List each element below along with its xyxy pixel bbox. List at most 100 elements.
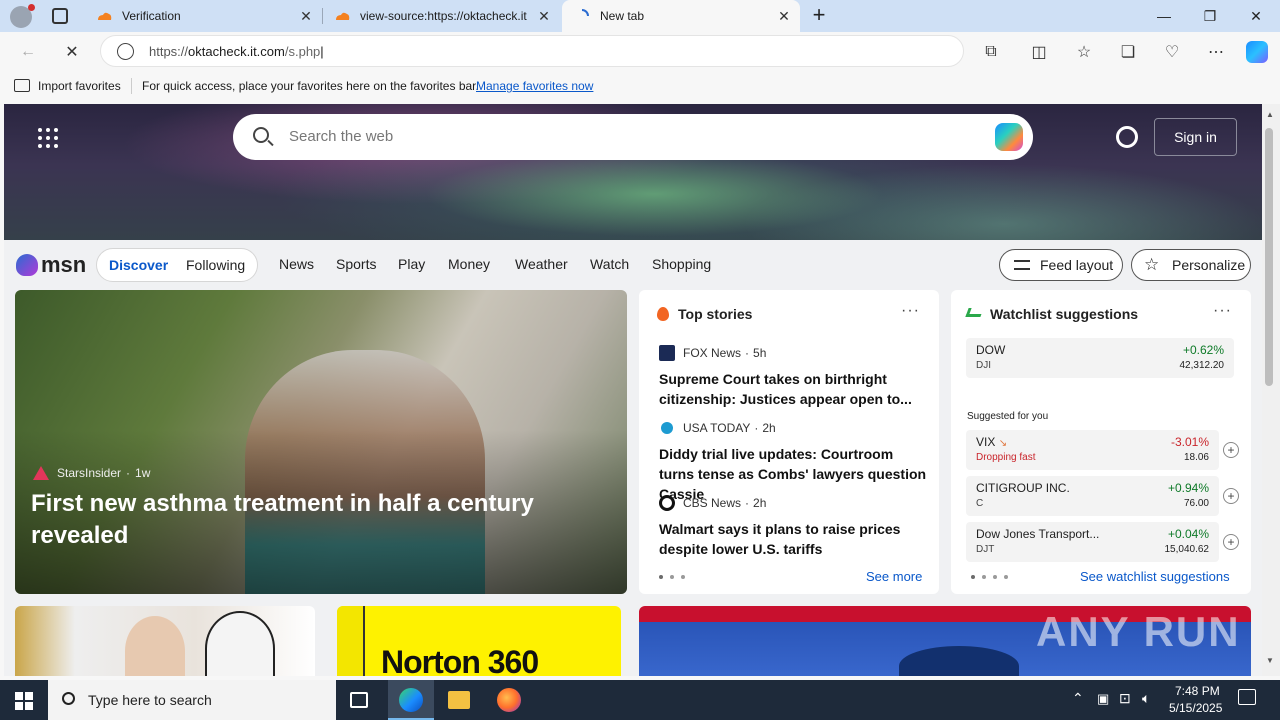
network-icon[interactable]: ⊡ [1119,690,1131,707]
add-to-watchlist-icon[interactable]: + [1223,534,1239,550]
tab-following[interactable]: Following [186,257,245,273]
story-image [899,646,1019,676]
show-hidden-icons-icon[interactable]: ⌃ [1072,690,1084,707]
feed-layout-label: Feed layout [1040,257,1114,273]
nav-weather[interactable]: Weather [515,256,568,272]
browser-essentials-icon[interactable]: ♡ [1158,38,1186,66]
hero-story-card[interactable]: StarsInsider · 1w First new asthma treat… [15,290,627,594]
see-more-link[interactable]: See more [866,569,922,584]
story-headline[interactable]: Walmart says it plans to raise prices de… [659,519,929,559]
carousel-dots[interactable] [659,575,685,579]
close-tab-icon[interactable]: ✕ [298,8,314,24]
restore-icon[interactable]: ❐ [1187,0,1233,32]
sparkle-star-icon: ☆ [1144,255,1160,274]
stop-loading-icon[interactable]: ✕ [58,38,86,66]
feed-tabs: Discover Following [96,248,258,282]
ticker-name: CITIGROUP INC. [976,481,1070,495]
story-headline[interactable]: Supreme Court takes on birthright citize… [659,369,929,409]
story-item[interactable]: CBS News · 2h Walmart says it plans to rai… [659,495,929,559]
tab-view-source[interactable]: view-source:https://oktacheck.it ✕ [322,0,560,32]
clock-time[interactable]: 7:48 PM [1175,684,1220,698]
add-to-watchlist-icon[interactable]: + [1223,488,1239,504]
scroll-up-icon[interactable]: ▲ [1266,110,1274,119]
news-image-card[interactable] [15,606,315,676]
nav-shopping[interactable]: Shopping [652,256,711,272]
starsinsider-logo-icon [33,466,49,480]
scrollbar-thumb[interactable] [1265,128,1273,386]
close-tab-icon[interactable]: ✕ [776,8,792,24]
watchlist-title: Watchlist suggestions [990,306,1139,322]
msn-logo[interactable]: msn [16,252,86,278]
norton-ad-card[interactable]: Norton 360 [337,606,621,676]
apps-launcher-icon[interactable] [38,128,58,148]
tab-discover[interactable]: Discover [109,257,168,273]
favorites-bar-divider [131,78,132,94]
tab-title: Verification [122,9,181,23]
taskbar-search-box[interactable]: Type here to search [48,680,336,720]
more-options-icon[interactable]: ··· [901,302,920,320]
file-explorer-icon[interactable] [448,691,470,709]
msn-butterfly-icon [16,254,38,276]
ticker-name-wrap: VIX ↘ [976,435,1007,449]
nav-watch[interactable]: Watch [590,256,629,272]
url-host: oktacheck.it.com [188,44,285,59]
personalize-button[interactable]: ☆ Personalize [1131,249,1251,281]
more-options-icon[interactable]: ··· [1213,302,1232,320]
watchlist-row-citigroup[interactable]: CITIGROUP INC. C +0.94% 76.00 + [966,476,1239,516]
notifications-icon[interactable] [1238,689,1256,705]
more-options-icon[interactable]: ⋯ [1202,38,1230,66]
globe-icon[interactable] [117,43,134,60]
copilot-icon[interactable] [1243,38,1271,66]
page-scrollbar[interactable]: ▲ ▼ [1262,104,1280,676]
feed-layout-button[interactable]: Feed layout [999,249,1123,281]
volume-icon[interactable]: 🔈︎ [1142,690,1150,707]
nav-sports[interactable]: Sports [336,256,376,272]
nav-news[interactable]: News [279,256,314,272]
clock-date[interactable]: 5/15/2025 [1169,701,1222,715]
address-bar[interactable]: https://oktacheck.it.com/s.php| [100,35,964,67]
back-icon[interactable]: ← [14,38,42,66]
usa-today-logo-icon [661,422,673,434]
sliders-icon [1014,260,1030,270]
scroll-down-icon[interactable]: ▼ [1266,656,1274,665]
hero-headline[interactable]: First new asthma treatment in half a cen… [31,488,571,552]
close-window-icon[interactable]: ✕ [1233,0,1279,32]
story-item[interactable]: USA TODAY · 2h Diddy trial live updates: C… [659,420,929,504]
collections-icon[interactable]: ❏ [1114,38,1142,66]
sign-in-button[interactable]: Sign in [1154,118,1237,156]
nav-money[interactable]: Money [448,256,490,272]
tab-verification[interactable]: Verification ✕ [84,0,322,32]
watchlist-row-dow[interactable]: DOW DJI +0.62% 42,312.20 [966,338,1234,378]
copilot-search-icon[interactable] [995,123,1023,151]
ticker-value: 76.00 [1183,498,1209,509]
web-search-box[interactable]: Search the web [233,114,1033,160]
firefox-icon[interactable] [497,688,521,712]
tab-title: New tab [600,9,645,23]
new-tab-icon[interactable]: + [808,4,830,26]
msn-wordmark: msn [41,252,87,277]
tab-strip: Verification ✕ view-source:https://oktac… [0,0,1280,32]
close-tab-icon[interactable]: ✕ [536,8,552,24]
carousel-dots[interactable] [971,575,1008,579]
add-to-watchlist-icon[interactable]: + [1223,442,1239,458]
import-favorites-icon[interactable] [14,79,30,92]
split-screen-icon[interactable]: ◫ [1025,38,1053,66]
watchlist-row-djt[interactable]: Dow Jones Transport... DJT +0.04% 15,040… [966,522,1239,562]
edge-taskbar-icon[interactable] [388,680,434,720]
see-watchlist-link[interactable]: See watchlist suggestions [1080,569,1230,584]
task-view-icon[interactable] [350,692,368,708]
extensions-icon[interactable]: ⧉ [977,38,1005,66]
url-text[interactable]: https://oktacheck.it.com/s.php| [149,44,324,59]
tab-actions-icon[interactable] [52,8,68,24]
favorites-star-icon[interactable]: ☆ [1070,38,1098,66]
import-favorites-button[interactable]: Import favorites [38,79,121,93]
tab-new-tab[interactable]: New tab ✕ [562,0,800,32]
story-item[interactable]: FOX News · 5h Supreme Court takes on birth… [659,345,929,409]
watchlist-row-vix[interactable]: VIX ↘ Dropping fast -3.01% 18.06 + [966,430,1239,470]
manage-favorites-link[interactable]: Manage favorites now [476,79,593,93]
minimize-icon[interactable]: — [1141,0,1187,32]
settings-gear-icon[interactable] [1116,126,1138,148]
nav-play[interactable]: Play [398,256,425,272]
windows-start-icon[interactable] [15,692,33,710]
device-icon[interactable]: ▣ [1097,691,1109,707]
